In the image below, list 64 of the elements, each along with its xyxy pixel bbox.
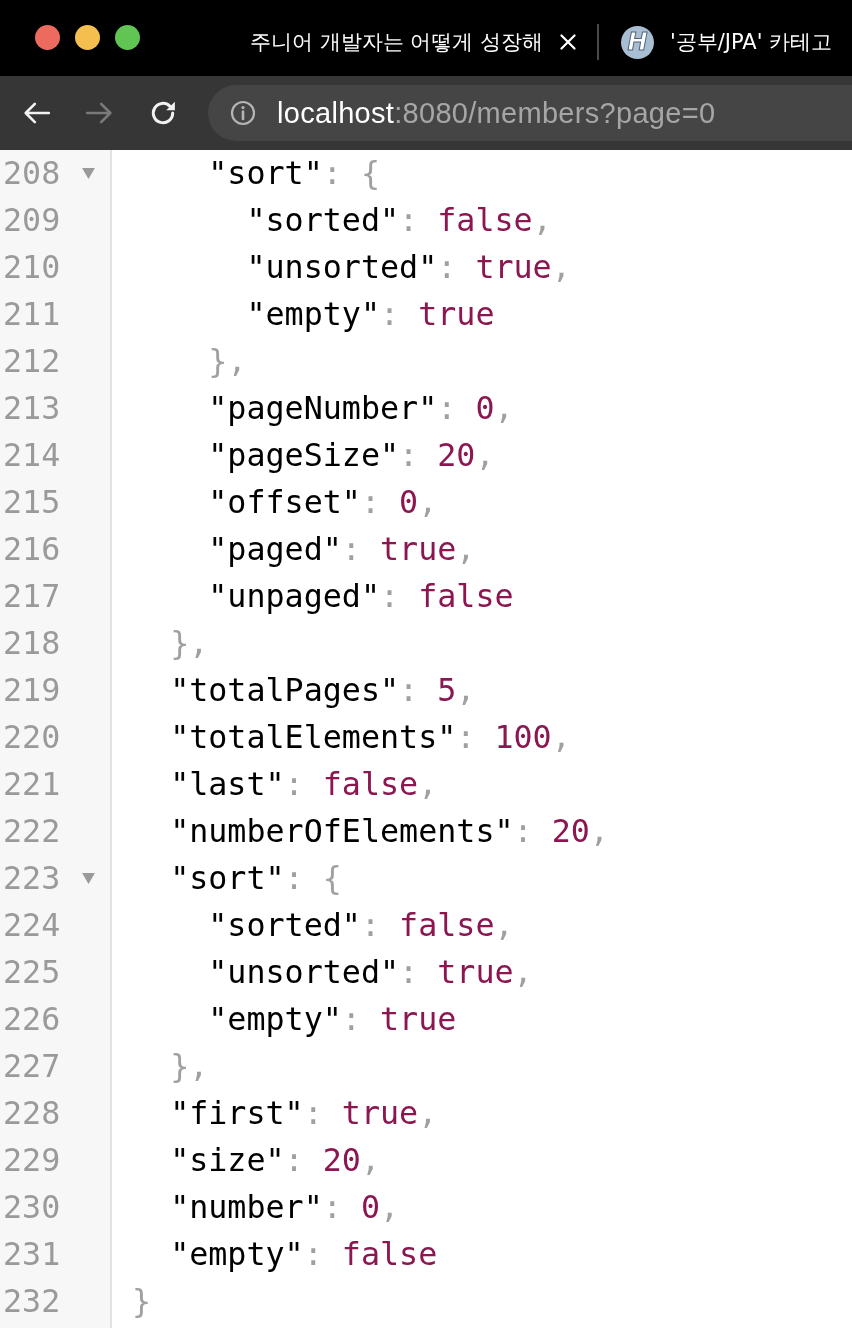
line-number: 213 — [3, 389, 61, 428]
line-number: 231 — [3, 1235, 61, 1274]
code-line: "totalPages": 5, — [170, 672, 476, 708]
line-number: 211 — [3, 295, 61, 334]
code-line: "empty": true — [208, 1001, 457, 1037]
code-line: "pageSize": 20, — [208, 437, 495, 473]
line-number: 219 — [3, 671, 61, 710]
line-number: 232 — [3, 1282, 61, 1321]
code-line: "sort": { — [208, 155, 380, 191]
fold-triangle-icon[interactable] — [82, 168, 95, 179]
line-number: 230 — [3, 1188, 61, 1227]
code-line: "totalElements": 100, — [170, 719, 571, 755]
line-number: 224 — [3, 906, 61, 945]
code-line: "first": true, — [170, 1095, 438, 1131]
back-icon[interactable] — [23, 101, 51, 125]
line-number: 228 — [3, 1094, 61, 1133]
code-line: "size": 20, — [170, 1142, 380, 1178]
code-line: "offset": 0, — [208, 484, 438, 520]
line-number: 214 — [3, 436, 61, 475]
code-line: "sorted": false, — [208, 907, 514, 943]
window-zoom-icon[interactable] — [115, 24, 140, 50]
line-number: 229 — [3, 1141, 61, 1180]
code-line: "sort": { — [170, 860, 342, 896]
line-number: 221 — [3, 765, 61, 804]
info-icon[interactable] — [230, 100, 256, 126]
fold-triangle-icon[interactable] — [82, 873, 95, 884]
close-icon[interactable] — [560, 34, 576, 50]
browser-tab[interactable]: H '공부/JPA' 카테고 — [621, 25, 833, 59]
code-line: "unsorted": true, — [246, 249, 571, 285]
line-number: 223 — [3, 859, 61, 898]
line-number: 226 — [3, 1000, 61, 1039]
line-number: 209 — [3, 201, 61, 240]
line-number: 222 — [3, 812, 61, 851]
line-number: 227 — [3, 1047, 61, 1086]
line-number: 212 — [3, 342, 61, 381]
line-number: 225 — [3, 953, 61, 992]
code-line: "unsorted": true, — [208, 954, 533, 990]
line-number: 208 — [3, 154, 61, 193]
code-line: "empty": true — [246, 296, 495, 332]
code-line: }, — [170, 1048, 209, 1084]
line-number: 217 — [3, 577, 61, 616]
reload-icon[interactable] — [149, 99, 177, 127]
code-line: "last": false, — [170, 766, 438, 802]
code-line: }, — [170, 625, 209, 661]
code-line: } — [132, 1283, 152, 1319]
code-line: "empty": false — [170, 1236, 438, 1272]
window-minimize-icon[interactable] — [75, 24, 100, 50]
url-text: localhost:8080/members?page=0 — [277, 96, 716, 130]
line-number: 215 — [3, 483, 61, 522]
browser-tab[interactable]: 주니어 개발자는 어떻게 성장해 — [250, 28, 576, 56]
line-number: 220 — [3, 718, 61, 757]
line-number: 218 — [3, 624, 61, 663]
code-line: }, — [208, 343, 247, 379]
window-close-icon[interactable] — [35, 24, 60, 50]
code-line: "sorted": false, — [246, 202, 552, 238]
code-line: "unpaged": false — [208, 578, 514, 614]
line-number: 210 — [3, 248, 61, 287]
site-favicon: H — [621, 25, 654, 59]
code-line: "numberOfElements": 20, — [170, 813, 609, 849]
code-line: "number": 0, — [170, 1189, 400, 1225]
code-line: "paged": true, — [208, 531, 476, 567]
line-number: 216 — [3, 530, 61, 569]
address-bar[interactable]: localhost:8080/members?page=0 — [208, 85, 852, 141]
code-line: "pageNumber": 0, — [208, 390, 514, 426]
